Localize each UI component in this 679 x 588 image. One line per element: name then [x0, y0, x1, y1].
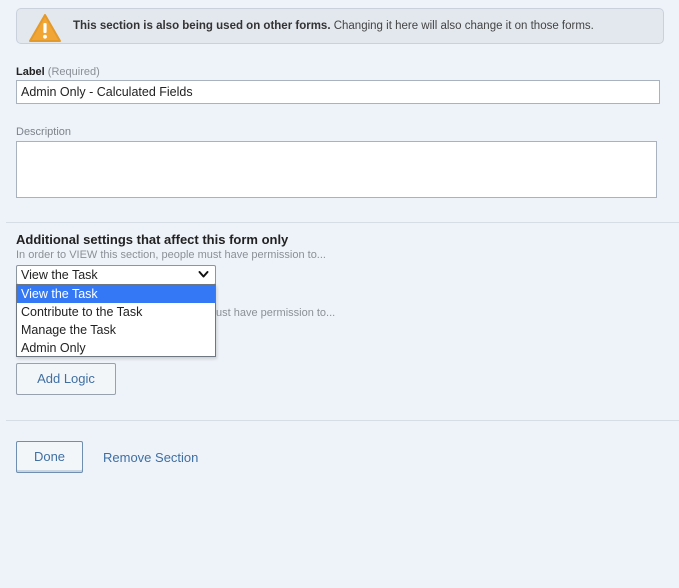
- warning-banner: This section is also being used on other…: [16, 8, 664, 44]
- required-hint: (Required): [47, 66, 100, 78]
- dropdown-option-manage-the-task[interactable]: Manage the Task: [17, 321, 215, 339]
- view-permission-selected-value: View the Task: [21, 268, 98, 282]
- label-input[interactable]: [16, 80, 660, 104]
- remove-section-link[interactable]: Remove Section: [103, 450, 198, 465]
- label-field-label: Label (Required): [16, 66, 100, 78]
- dropdown-option-view-the-task[interactable]: View the Task: [17, 285, 215, 303]
- warning-message-bold: This section is also being used on other…: [73, 20, 331, 32]
- chevron-down-icon: [198, 271, 209, 278]
- label-field-title: Label: [16, 66, 45, 78]
- view-permission-help: In order to VIEW this section, people mu…: [16, 249, 326, 261]
- section-divider: [6, 222, 679, 223]
- view-permission-select[interactable]: View the Task: [16, 265, 216, 285]
- edit-permission-help: ust have permission to...: [216, 307, 336, 319]
- additional-settings-heading: Additional settings that affect this for…: [16, 232, 289, 247]
- dropdown-option-contribute-to-the-task[interactable]: Contribute to the Task: [17, 303, 215, 321]
- warning-message: This section is also being used on other…: [73, 20, 594, 32]
- footer-divider: [6, 420, 679, 421]
- description-textarea[interactable]: [16, 141, 657, 198]
- dropdown-option-admin-only[interactable]: Admin Only: [17, 339, 215, 357]
- done-button[interactable]: Done: [16, 441, 83, 473]
- view-permission-dropdown: View the Task Contribute to the Task Man…: [16, 284, 216, 357]
- add-logic-button[interactable]: Add Logic: [16, 363, 116, 395]
- description-field-label: Description: [16, 126, 72, 138]
- warning-message-detail: Changing it here will also change it on …: [330, 20, 594, 32]
- warning-triangle-icon: [29, 14, 61, 42]
